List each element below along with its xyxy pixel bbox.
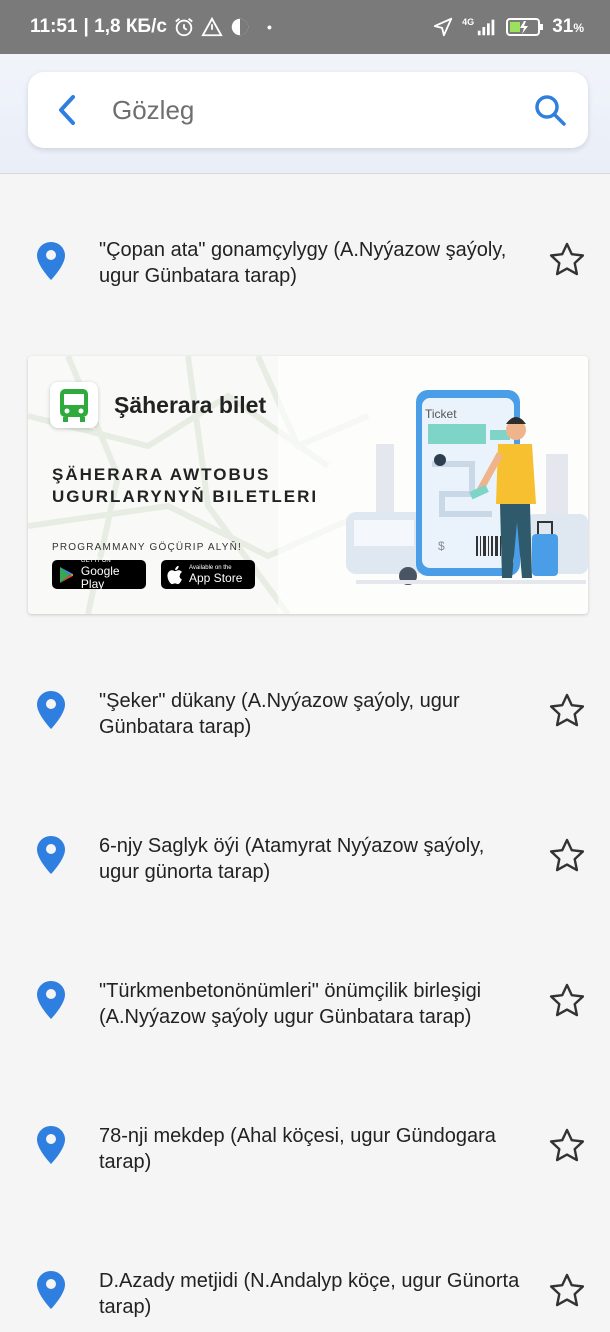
location-arrow-icon	[434, 17, 453, 37]
list-item[interactable]: D.Azady metjidi (N.Andalyp köçe, ugur Gü…	[0, 1232, 610, 1332]
promo-banner[interactable]: Şäherara bilet ŞÄHERARA AWTOBUS UGURLARY…	[28, 356, 588, 614]
list-item[interactable]: 78-nji mekdep (Ahal köçesi, ugur Gündoga…	[0, 1087, 610, 1207]
warning-icon	[201, 16, 223, 37]
search-input[interactable]	[98, 94, 512, 126]
banner-headline: ŞÄHERARA AWTOBUS UGURLARYNYŇ BILETLERI	[52, 464, 352, 508]
battery-unit: %	[573, 21, 584, 35]
search-icon	[535, 95, 566, 126]
header	[0, 54, 610, 174]
network-type: 4G	[462, 17, 475, 27]
stop-name: "Çopan ata" gonamçylygy (A.Nyýazow şaýol…	[99, 239, 507, 287]
stop-name: "Türkmenbetonönümleri" önümçilik birleşi…	[99, 980, 482, 1028]
favorite-star-icon[interactable]	[548, 982, 586, 1020]
list-item[interactable]: "Türkmenbetonönümleri" önümçilik birleşi…	[0, 942, 610, 1062]
stop-name: 6-njy Saglyk öýi (Atamyrat Nyýazow şaýol…	[99, 835, 485, 883]
price-symbol: $	[438, 539, 445, 553]
stop-name: 78-nji mekdep (Ahal köçesi, ugur Gündoga…	[99, 1125, 496, 1173]
banner-headline-line-1: ŞÄHERARA AWTOBUS	[52, 465, 271, 484]
map-pin-icon	[37, 242, 65, 280]
map-pin-icon	[37, 836, 65, 874]
search-bar	[28, 72, 588, 148]
banner-title: Şäherara bilet	[114, 392, 267, 418]
favorite-star-icon[interactable]	[548, 1127, 586, 1165]
map-pin-icon	[37, 981, 65, 1019]
bus-icon	[60, 389, 88, 422]
app-store-badge[interactable]: Available on the App Store	[161, 560, 255, 589]
stop-name: "Şeker" dükany (A.Nyýazow şaýoly, ugur G…	[99, 690, 460, 738]
banner-cta: PROGRAMMANY GÖÇÜRIP ALYŇ!	[52, 542, 243, 553]
google-play-text: GET IT ON Google Play	[81, 558, 146, 591]
bus-app-logo	[50, 382, 98, 428]
back-arrow-icon	[59, 95, 75, 125]
app-store-text: Available on the App Store	[189, 565, 242, 585]
status-bar: 11:51 | 1,8 КБ/с • 4G 31%	[0, 0, 610, 54]
google-play-big: Google Play	[80, 564, 120, 591]
stop-name: D.Azady metjidi (N.Andalyp köçe, ugur Gü…	[99, 1270, 520, 1318]
status-left: 11:51 | 1,8 КБ/с •	[30, 16, 272, 38]
battery-percent: 31%	[552, 16, 584, 38]
signal-icon	[478, 19, 495, 36]
favorite-star-icon[interactable]	[548, 1272, 586, 1310]
list-item[interactable]: "Çopan ata" gonamçylygy (A.Nyýazow şaýol…	[0, 203, 610, 323]
vpn-icon	[231, 18, 249, 36]
list-item[interactable]: 6-njy Saglyk öýi (Atamyrat Nyýazow şaýol…	[0, 797, 610, 917]
map-pin-icon	[37, 1126, 65, 1164]
banner-headline-line-2: UGURLARYNYŇ BILETLERI	[52, 487, 319, 506]
battery-level: 31	[552, 16, 574, 37]
dot-icon: •	[266, 19, 272, 35]
app-store-big: App Store	[189, 570, 243, 585]
back-button[interactable]	[28, 72, 98, 148]
list-item[interactable]: "Şeker" dükany (A.Nyýazow şaýoly, ugur G…	[0, 652, 610, 772]
map-pin-icon	[37, 1271, 65, 1309]
search-button[interactable]	[512, 72, 588, 148]
google-play-badge[interactable]: GET IT ON Google Play	[52, 558, 146, 591]
apple-icon	[167, 565, 182, 584]
status-time: 11:51	[30, 16, 78, 37]
status-right: 4G 31%	[432, 16, 584, 38]
google-play-icon	[59, 566, 73, 583]
favorite-star-icon[interactable]	[548, 837, 586, 875]
screen: 11:51 | 1,8 КБ/с • 4G 31% Gözleg "Çopan …	[0, 0, 610, 1332]
alarm-icon	[175, 18, 193, 37]
map-pin-icon	[37, 691, 65, 729]
battery-icon	[506, 18, 544, 36]
favorite-star-icon[interactable]	[548, 692, 586, 730]
bus-ticket-illustration: Ticket $	[346, 390, 588, 585]
favorite-star-icon[interactable]	[548, 241, 586, 279]
status-speed: | 1,8 КБ/с	[83, 16, 167, 37]
ticket-label: Ticket	[425, 407, 457, 421]
